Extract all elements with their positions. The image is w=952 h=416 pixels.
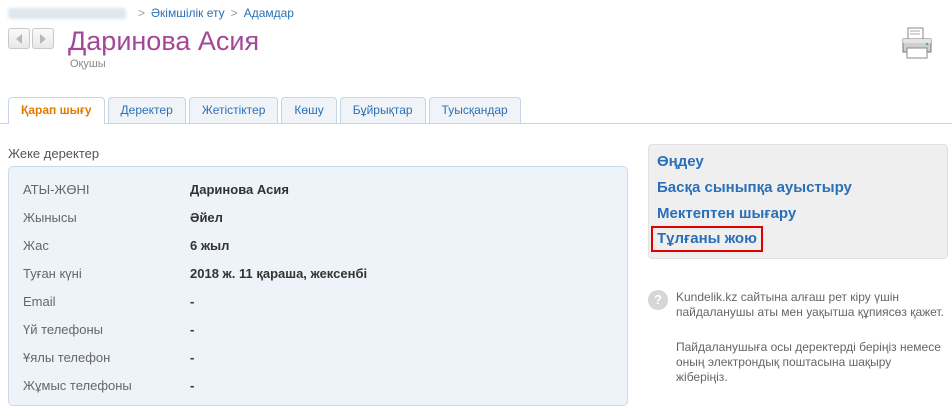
info-row: Жынысы Әйел: [23, 203, 603, 231]
tab-relatives[interactable]: Туысқандар: [428, 97, 521, 123]
personal-info-panel: АТЫ-ЖӨНІ Даринова Асия Жынысы Әйел Жас 6…: [8, 166, 628, 406]
info-label: Үй телефоны: [23, 321, 103, 337]
info-label: Туған күні: [23, 265, 82, 281]
tab-achievements[interactable]: Жетістіктер: [188, 97, 279, 123]
info-value: Даринова Асия: [190, 181, 289, 197]
edit-link[interactable]: Өңдеу: [657, 153, 704, 171]
info-value: 6 жыл: [190, 237, 230, 253]
breadcrumb-administration-link[interactable]: Әкімшілік ету: [151, 6, 225, 20]
move-to-class-link[interactable]: Басқа сыныпқа ауыстыру: [657, 179, 852, 197]
info-row: Үй телефоны -: [23, 315, 603, 343]
delete-person-link[interactable]: Тұлғаны жою: [651, 226, 763, 252]
info-value: 2018 ж. 11 қараша, жексенбі: [190, 265, 368, 281]
tab-data[interactable]: Деректер: [107, 97, 186, 123]
breadcrumb-separator: >: [138, 6, 146, 20]
page-title: Даринова Асия: [68, 26, 260, 56]
tab-transfer[interactable]: Көшу: [281, 97, 337, 123]
previous-record-button[interactable]: [8, 28, 30, 49]
breadcrumb-people-link[interactable]: Адамдар: [244, 6, 294, 20]
arrow-right-icon: [40, 33, 46, 44]
info-value: -: [190, 377, 195, 393]
tab-bar: Қарап шығу Деректер Жетістіктер Көшу Бұй…: [8, 97, 952, 124]
next-record-button[interactable]: [32, 28, 54, 49]
info-label: Email: [23, 293, 56, 309]
info-row: АТЫ-ЖӨНІ Даринова Асия: [23, 175, 603, 203]
breadcrumb-root-link[interactable]: [8, 7, 126, 19]
section-title: Жеке деректер: [8, 146, 100, 161]
printer-icon[interactable]: [900, 26, 934, 60]
info-row: Туған күні 2018 ж. 11 қараша, жексенбі: [23, 259, 603, 287]
actions-panel: Өңдеу Басқа сыныпқа ауыстыру Мектептен ш…: [648, 144, 948, 259]
info-label: Жынысы: [23, 209, 77, 225]
tab-overview[interactable]: Қарап шығу: [8, 97, 105, 124]
help-text: Kundelik.kz сайтына алғаш рет кіру үшін …: [676, 290, 944, 319]
info-label: Жұмыс телефоны: [23, 377, 132, 393]
info-value: -: [190, 293, 195, 309]
tab-orders[interactable]: Бұйрықтар: [339, 97, 426, 123]
help-text: Пайдаланушыға осы деректерді беріңіз нем…: [676, 340, 941, 384]
info-label: АТЫ-ЖӨНІ: [23, 181, 90, 197]
info-label: Ұялы телефон: [23, 349, 111, 365]
info-value: Әйел: [190, 209, 223, 225]
record-navigation: [8, 28, 54, 49]
info-label: Жас: [23, 237, 49, 253]
question-icon: ?: [648, 290, 668, 310]
info-value: -: [190, 349, 195, 365]
tabs-divider: [0, 123, 952, 124]
arrow-left-icon: [16, 33, 22, 44]
info-row: Жұмыс телефоны -: [23, 371, 603, 399]
info-row: Жас 6 жыл: [23, 231, 603, 259]
info-value: -: [190, 321, 195, 337]
breadcrumb-separator: >: [230, 6, 238, 20]
page-subtitle: Оқушы: [70, 58, 106, 70]
expel-from-school-link[interactable]: Мектептен шығару: [657, 205, 796, 223]
breadcrumb: > Әкімшілік ету > Адамдар: [8, 6, 294, 20]
info-row: Ұялы телефон -: [23, 343, 603, 371]
info-row: Email -: [23, 287, 603, 315]
